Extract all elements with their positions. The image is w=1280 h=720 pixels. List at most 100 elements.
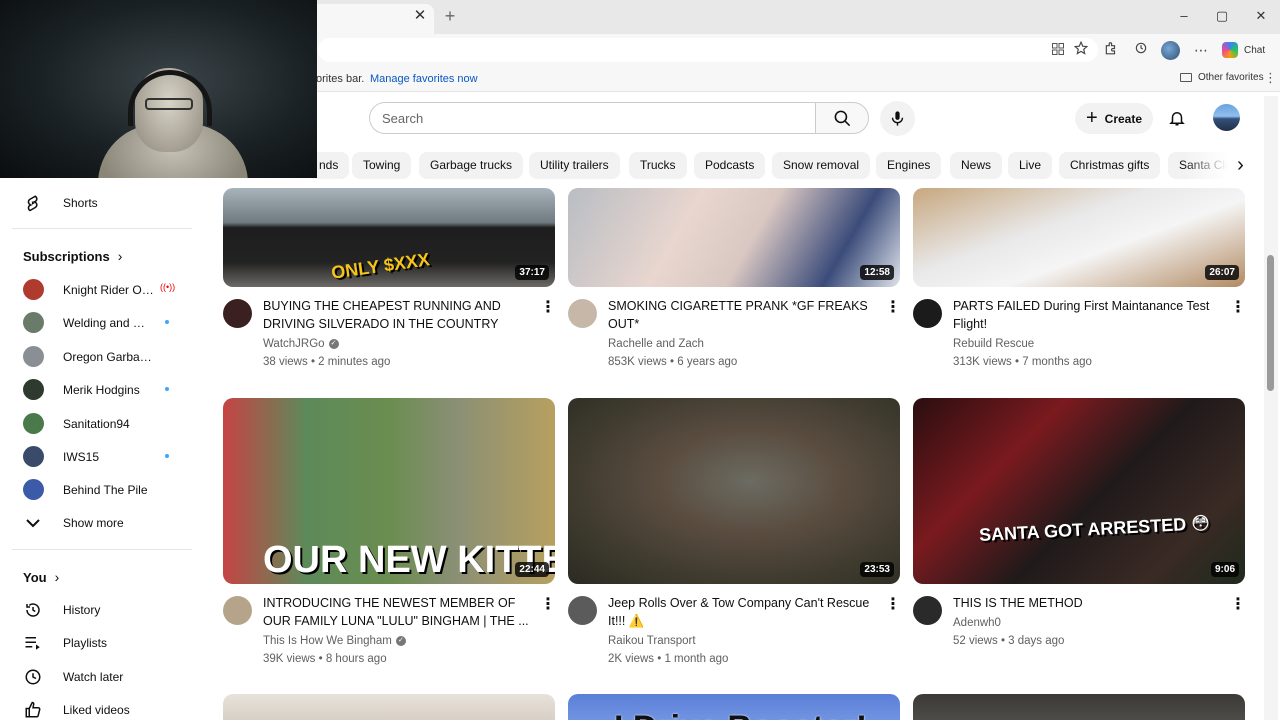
voice-search-button[interactable] (880, 101, 915, 136)
video-thumbnail[interactable]: 26:07 (913, 188, 1245, 287)
sidebar-item-label: History (63, 603, 101, 617)
video-channel[interactable]: This Is How We Bingham ✓ (263, 635, 406, 647)
video-channel[interactable]: Rebuild Rescue (953, 338, 1034, 350)
chip[interactable]: Live (1008, 152, 1053, 179)
tab-close-icon[interactable]: ✕ (412, 8, 428, 24)
verified-badge-icon: ✓ (395, 635, 406, 646)
channel-avatar[interactable] (568, 299, 597, 328)
new-tab-icon[interactable]: + (441, 6, 459, 26)
video-thumbnail[interactable] (913, 694, 1245, 720)
you-heading[interactable]: You › (23, 569, 59, 585)
you-heading-label: You (23, 569, 47, 585)
scrollbar-thumb[interactable] (1267, 255, 1274, 391)
favorite-star-icon[interactable] (1072, 40, 1090, 60)
search-button[interactable] (815, 102, 869, 134)
subscriptions-heading[interactable]: Subscriptions › (23, 248, 122, 264)
video-thumbnail[interactable]: OUR NEW KITTEN22:44 (223, 398, 555, 584)
sidebar-subscription-item[interactable]: Knight Rider Offi... ((•)) (0, 273, 204, 306)
video-title[interactable]: PARTS FAILED During First Maintanance Te… (953, 297, 1228, 333)
window-close-icon[interactable]: ✕ (1251, 7, 1271, 25)
search-box (369, 102, 816, 134)
maximize-icon[interactable]: ▢ (1212, 7, 1232, 25)
video-title[interactable]: Jeep Rolls Over & Tow Company Can't Resc… (608, 594, 883, 630)
manage-favorites-link[interactable]: Manage favorites now (370, 73, 478, 85)
create-button[interactable]: + Create (1075, 103, 1153, 134)
favorites-overflow-icon[interactable]: ⋮ (1264, 70, 1277, 86)
sidebar-subscription-item[interactable]: Behind The Pile (0, 473, 204, 506)
sidebar-item-label: Playlists (63, 636, 108, 651)
chip[interactable]: Garbage trucks (419, 152, 524, 179)
notifications-button[interactable] (1163, 104, 1191, 132)
chip[interactable]: Podcasts (694, 152, 766, 179)
video-title[interactable]: BUYING THE CHEAPEST RUNNING AND DRIVING … (263, 297, 538, 333)
channel-avatar (23, 279, 44, 300)
search-input[interactable] (382, 103, 802, 133)
sidebar-subscription-item[interactable]: IWS15 (0, 440, 204, 473)
sidebar-divider (12, 228, 192, 229)
chip[interactable]: News (950, 152, 1003, 179)
chip[interactable]: Christmas gifts (1059, 152, 1161, 179)
chip[interactable]: Towing (352, 152, 412, 179)
extensions-icon[interactable] (1102, 40, 1120, 60)
meta-separator: • (1011, 356, 1023, 368)
meta-separator: • (307, 356, 319, 368)
minimize-icon[interactable]: – (1174, 7, 1194, 25)
show-more-button[interactable]: Show more (0, 506, 204, 539)
playlists-icon (22, 633, 44, 653)
video-title[interactable]: INTRODUCING THE NEWEST MEMBER OF OUR FAM… (263, 594, 538, 630)
url-field[interactable] (318, 38, 1098, 62)
sidebar-item-playlists[interactable]: Playlists (0, 626, 204, 659)
history-browser-icon[interactable] (1132, 40, 1150, 60)
video-channel[interactable]: WatchJRGo ✓ (263, 338, 339, 350)
video-menu-icon[interactable]: ⋮ (885, 596, 901, 614)
chip[interactable]: Engines (876, 152, 942, 179)
channel-avatar[interactable] (223, 299, 252, 328)
other-favorites-folder[interactable]: Other favorites (1180, 72, 1264, 83)
video-duration: 9:06 (1210, 562, 1239, 577)
chip[interactable]: Snow removal (772, 152, 871, 179)
channel-avatar[interactable] (913, 596, 942, 625)
chevron-right-icon[interactable]: › (1228, 153, 1253, 178)
page-scrollbar[interactable] (1264, 96, 1278, 720)
view-count: 39K views (263, 653, 316, 665)
apps-grid-icon[interactable] (1049, 40, 1067, 60)
plus-icon: + (1085, 106, 1098, 129)
video-thumbnail[interactable]: SANTA GOT ARRESTED 😳 9:06 (913, 398, 1245, 584)
sidebar-item-history[interactable]: History (0, 593, 204, 626)
sidebar-subscription-item[interactable]: Welding and Wh... (0, 306, 204, 339)
video-channel[interactable]: Raikou Transport (608, 635, 696, 647)
video-menu-icon[interactable]: ⋮ (540, 596, 556, 614)
copilot-chat-button[interactable]: Chat (1222, 41, 1265, 59)
sidebar-subscription-item[interactable]: Merik Hodgins (0, 373, 204, 406)
more-options-icon[interactable]: ⋯ (1192, 40, 1210, 60)
video-thumbnail[interactable]: I Drive Booster! (568, 694, 900, 720)
video-channel[interactable]: Adenwh0 (953, 617, 1001, 629)
channel-avatar[interactable] (223, 596, 252, 625)
chat-label: Chat (1244, 44, 1266, 56)
chip[interactable]: Utility trailers (529, 152, 620, 179)
video-menu-icon[interactable]: ⋮ (1230, 596, 1246, 614)
video-thumbnail[interactable]: ONLY $XXX 37:17 (223, 188, 555, 287)
account-avatar[interactable] (1213, 104, 1240, 131)
video-menu-icon[interactable]: ⋮ (540, 299, 556, 317)
thumbnail-overlay-text: ONLY $XXX (330, 249, 431, 283)
sidebar-item-watch-later[interactable]: Watch later (0, 660, 204, 693)
sidebar-item-liked-videos[interactable]: Liked videos (0, 693, 204, 720)
sidebar-subscription-item[interactable]: Sanitation94 (0, 407, 204, 440)
video-menu-icon[interactable]: ⋮ (885, 299, 901, 317)
video-thumbnail[interactable] (223, 694, 555, 720)
channel-avatar[interactable] (568, 596, 597, 625)
video-title[interactable]: SMOKING CIGARETTE PRANK *GF FREAKS OUT* (608, 297, 883, 333)
video-channel[interactable]: Rachelle and Zach (608, 338, 704, 350)
chip[interactable]: Trucks (629, 152, 687, 179)
video-meta: 52 views • 3 days ago (953, 635, 1064, 647)
sidebar-item-shorts[interactable]: Shorts (0, 186, 204, 219)
channel-avatar[interactable] (913, 299, 942, 328)
video-menu-icon[interactable]: ⋮ (1230, 299, 1246, 317)
upload-age: 3 days ago (1008, 635, 1065, 647)
video-thumbnail[interactable]: 12:58 (568, 188, 900, 287)
video-title[interactable]: THIS IS THE METHOD (953, 594, 1228, 612)
video-thumbnail[interactable]: 23:53 (568, 398, 900, 584)
browser-profile-avatar[interactable] (1161, 41, 1180, 60)
sidebar-subscription-item[interactable]: Oregon Garbage & ... (0, 340, 204, 373)
